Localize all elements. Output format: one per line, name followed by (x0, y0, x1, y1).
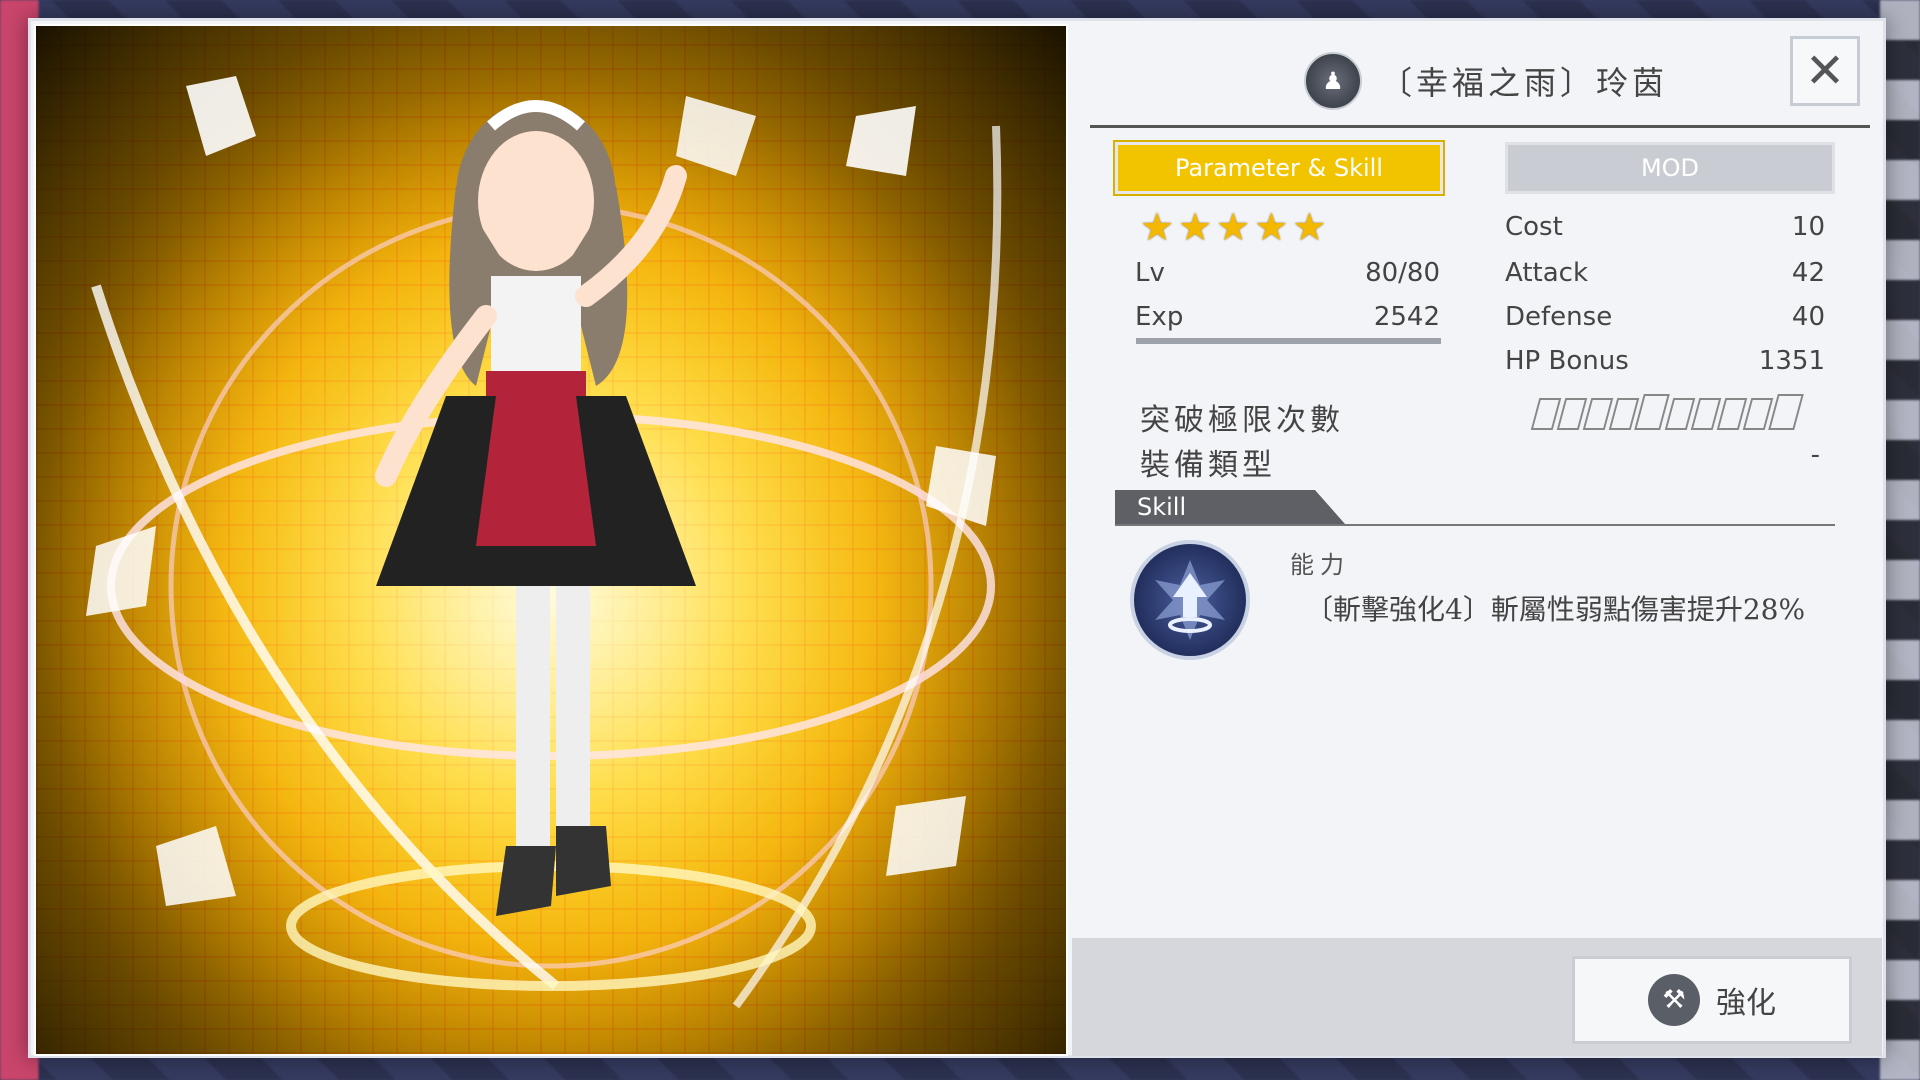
star-icon: ★ (1254, 205, 1289, 249)
equipment-type-label: 裝備類型 (1140, 448, 1276, 483)
hp-bonus-value: 1351 (1758, 346, 1825, 376)
defense-label: Defense (1505, 302, 1613, 332)
arrow-up-burst-icon (1130, 540, 1250, 660)
star-icon: ★ (1140, 205, 1175, 249)
limit-break-segment (1664, 398, 1696, 430)
skill-section-label: Skill (1115, 490, 1345, 524)
enhance-button[interactable]: ⚒ 強化 (1572, 956, 1852, 1044)
limit-break-segment (1634, 394, 1670, 430)
defense-value: 40 (1791, 302, 1825, 332)
parameter-panel: ♟ 〔幸福之雨〕玲茵 ✕ Parameter & Skill MOD ★ ★ ★… (1090, 30, 1870, 930)
cost-label: Cost (1505, 212, 1563, 242)
enhance-label: 強化 (1716, 986, 1776, 1021)
star-icon: ★ (1292, 205, 1327, 249)
close-button[interactable]: ✕ (1790, 36, 1860, 106)
limit-break-meter (1530, 394, 1804, 430)
rarity-stars: ★ ★ ★ ★ ★ (1140, 208, 1326, 246)
limit-break-segment (1582, 398, 1614, 430)
character-illustration (36, 26, 1066, 1054)
hammer-icon: ⚒ (1648, 974, 1700, 1026)
limit-break-segment (1556, 398, 1588, 430)
cost-value: 10 (1791, 212, 1825, 242)
limit-break-segment (1530, 398, 1562, 430)
limit-break-label: 突破極限次數 (1140, 403, 1344, 438)
skill-description: 〔斬擊強化4〕斬屬性弱點傷害提升28% (1305, 593, 1806, 626)
level-value: 80/80 (1365, 258, 1440, 288)
attack-label: Attack (1505, 258, 1589, 288)
exp-progress-fill (1136, 338, 1441, 344)
tab-mod[interactable]: MOD (1505, 142, 1835, 194)
card-title: 〔幸福之雨〕玲茵 (1380, 64, 1669, 102)
exp-progress-bar (1136, 338, 1441, 344)
limit-break-segment (1690, 398, 1722, 430)
limit-break-segment (1716, 398, 1748, 430)
dialog-header: ♟ 〔幸福之雨〕玲茵 ✕ (1090, 30, 1870, 128)
character-artwork (34, 24, 1068, 1056)
skill-section-header: Skill (1115, 490, 1835, 526)
ability-label: 能力 (1290, 551, 1350, 579)
attack-value: 42 (1791, 258, 1825, 288)
exp-label: Exp (1135, 302, 1184, 332)
exp-value: 2542 (1373, 302, 1440, 332)
star-icon: ★ (1178, 205, 1213, 249)
tab-parameter-skill[interactable]: Parameter & Skill (1115, 142, 1443, 194)
dialog-footer: ⚒ 強化 (1072, 938, 1882, 1056)
star-icon: ★ (1216, 205, 1251, 249)
chess-piece-icon: ♟ (1304, 52, 1362, 110)
hp-bonus-label: HP Bonus (1505, 346, 1629, 376)
level-label: Lv (1135, 258, 1165, 288)
limit-break-segment (1768, 394, 1804, 430)
equipment-type-value: - (1810, 440, 1820, 470)
